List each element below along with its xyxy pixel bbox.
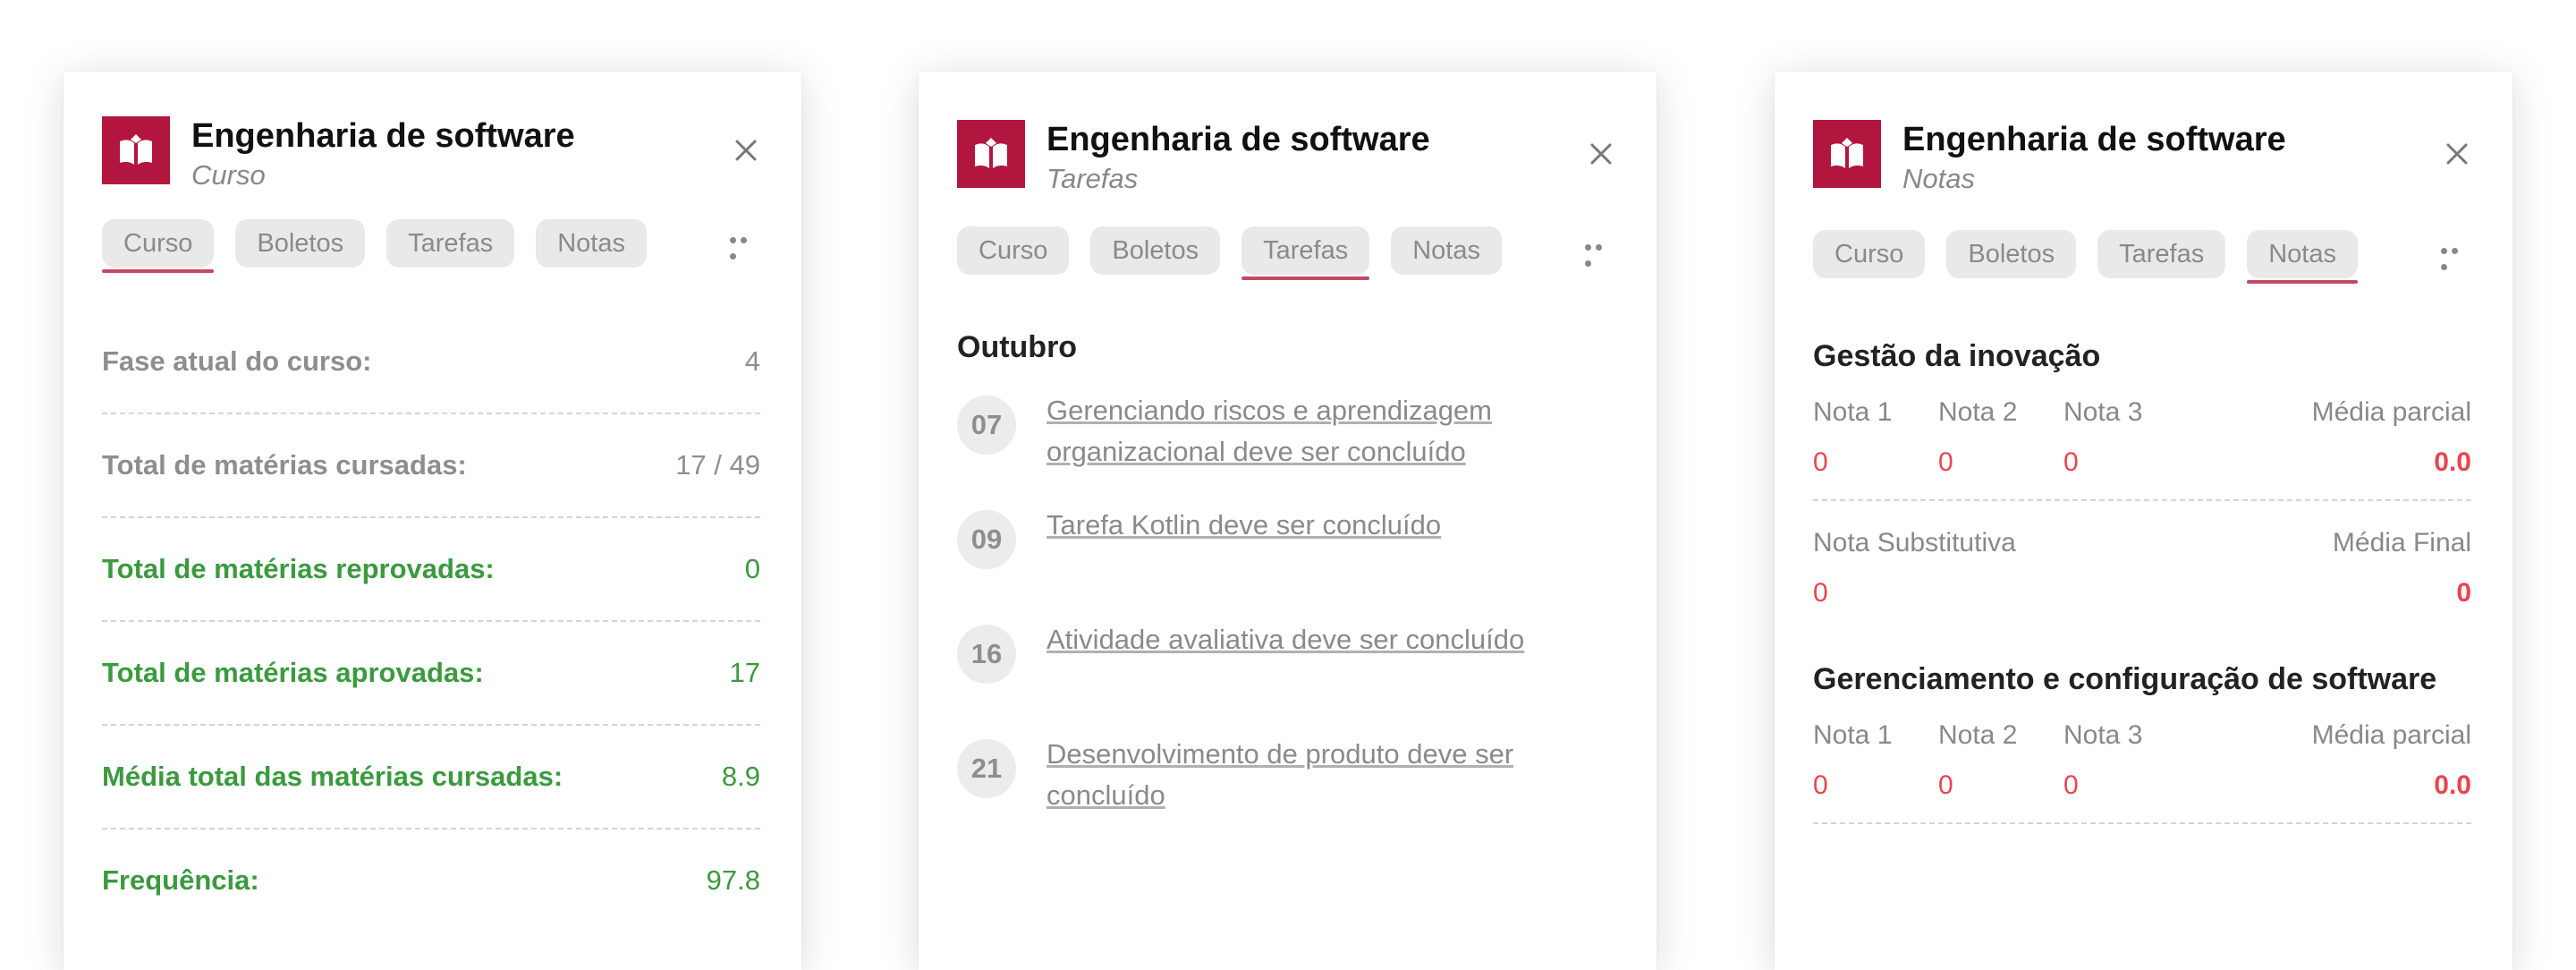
grade-value: 0.0 bbox=[2434, 447, 2471, 477]
card-title: Engenharia de software bbox=[191, 117, 575, 155]
info-value: 97.8 bbox=[706, 864, 760, 896]
grade-value: 0 bbox=[1813, 770, 1828, 800]
task-day-badge: 07 bbox=[957, 396, 1016, 455]
tab-notas[interactable]: Notas bbox=[2247, 230, 2358, 284]
open-book-logo-icon bbox=[1813, 120, 1881, 188]
subject-title: Gerenciamento e configuração de software bbox=[1813, 662, 2437, 696]
grade-label: Nota 1 bbox=[1813, 397, 1893, 427]
tab-curso[interactable]: Curso bbox=[1813, 230, 1926, 278]
tab-notas[interactable]: Notas bbox=[536, 219, 647, 268]
task-link[interactable]: Gerenciando riscos e aprendizagem organi… bbox=[1046, 390, 1615, 472]
info-value: 8.9 bbox=[721, 761, 760, 792]
info-label: Frequência: bbox=[102, 864, 259, 896]
grade-label: Nota 3 bbox=[2063, 397, 2143, 427]
final-labels-row: Nota Substitutiva Média Final bbox=[1813, 528, 2471, 558]
info-label: Total de matérias reprovadas: bbox=[102, 553, 495, 584]
info-label: Total de matérias cursadas: bbox=[102, 449, 467, 481]
tab-bar: Curso Boletos Tarefas Notas bbox=[102, 219, 760, 275]
card-header: Engenharia de software Curso bbox=[102, 116, 760, 219]
grade-value: 0 bbox=[1938, 770, 1953, 800]
close-icon[interactable] bbox=[1587, 140, 1615, 168]
tab-bar: Curso Boletos Tarefas Notas bbox=[1813, 230, 2471, 285]
tab-boletos[interactable]: Boletos bbox=[1946, 230, 2077, 278]
task-link[interactable]: Desenvolvimento de produto deve ser conc… bbox=[1046, 734, 1615, 816]
task-link[interactable]: Tarefa Kotlin deve ser concluído bbox=[1046, 505, 1615, 546]
month-heading: Outubro bbox=[957, 330, 1078, 364]
tasks-card: Engenharia de software Tarefas Curso Bol… bbox=[919, 72, 1657, 970]
task-day-badge: 16 bbox=[957, 625, 1016, 684]
grade-label: Média parcial bbox=[2311, 720, 2471, 750]
card-header: Engenharia de software Notas bbox=[1813, 120, 2471, 223]
info-value: 17 bbox=[729, 657, 760, 688]
grade-label: Média parcial bbox=[2311, 397, 2471, 427]
info-row: Total de matérias reprovadas: 0 bbox=[102, 518, 760, 622]
card-title: Engenharia de software bbox=[1046, 121, 1430, 158]
grade-label: Nota Substitutiva bbox=[1813, 528, 2016, 557]
task-day-badge: 21 bbox=[957, 739, 1016, 798]
info-value: 0 bbox=[744, 553, 760, 584]
grade-value: 0.0 bbox=[2434, 770, 2471, 800]
more-horizontal-icon[interactable] bbox=[2441, 242, 2471, 270]
info-row: Total de matérias aprovadas: 17 bbox=[102, 622, 760, 726]
divider bbox=[1813, 822, 2471, 824]
task-item: 21 Desenvolvimento de produto deve ser c… bbox=[957, 734, 1615, 823]
card-subtitle: Tarefas bbox=[1046, 163, 1139, 194]
info-label: Fase atual do curso: bbox=[102, 345, 372, 377]
info-row: Média total das matérias cursadas: 8.9 bbox=[102, 726, 760, 830]
grade-value: 0 bbox=[2063, 770, 2079, 800]
task-item: 16 Atividade avaliativa deve ser concluí… bbox=[957, 619, 1615, 709]
tab-curso[interactable]: Curso bbox=[102, 219, 215, 273]
info-value: 4 bbox=[744, 345, 760, 377]
task-day-badge: 09 bbox=[957, 510, 1016, 569]
info-label: Média total das matérias cursadas: bbox=[102, 761, 564, 792]
grade-value: 0 bbox=[1813, 447, 1828, 477]
grade-values-row: 0 0 0 0.0 bbox=[1813, 447, 2471, 478]
subject-title: Gestão da inovação bbox=[1813, 339, 2101, 373]
close-icon[interactable] bbox=[2443, 140, 2471, 168]
card-header: Engenharia de software Tarefas bbox=[957, 120, 1615, 223]
more-horizontal-icon[interactable] bbox=[730, 232, 760, 260]
info-row: Fase atual do curso: 4 bbox=[102, 311, 760, 414]
grade-value: 0 bbox=[2456, 578, 2471, 608]
divider bbox=[1813, 499, 2471, 501]
grade-label: Nota 2 bbox=[1938, 397, 2018, 427]
tab-boletos[interactable]: Boletos bbox=[1090, 226, 1221, 275]
task-item: 07 Gerenciando riscos e aprendizagem org… bbox=[957, 390, 1615, 480]
grade-value: 0 bbox=[1938, 447, 1953, 477]
card-title: Engenharia de software bbox=[1902, 121, 2286, 158]
grade-value: 0 bbox=[1813, 578, 1828, 608]
course-info-list: Fase atual do curso: 4 Total de matérias… bbox=[102, 311, 760, 932]
final-values-row: 0 0 bbox=[1813, 578, 2471, 608]
grade-label: Nota 2 bbox=[1938, 720, 2018, 750]
tab-tarefas[interactable]: Tarefas bbox=[1241, 226, 1370, 280]
close-icon[interactable] bbox=[732, 136, 760, 165]
tab-curso[interactable]: Curso bbox=[957, 226, 1070, 275]
grade-value: 0 bbox=[2063, 447, 2079, 477]
grade-label: Nota 3 bbox=[2063, 720, 2143, 750]
info-row: Total de matérias cursadas: 17 / 49 bbox=[102, 414, 760, 518]
more-horizontal-icon[interactable] bbox=[1585, 239, 1615, 267]
course-card: Engenharia de software Curso Curso Bolet… bbox=[64, 72, 801, 970]
info-label: Total de matérias aprovadas: bbox=[102, 657, 484, 688]
grade-labels-row: Nota 1 Nota 2 Nota 3 Média parcial bbox=[1813, 397, 2471, 428]
grade-label: Média Final bbox=[2332, 528, 2471, 557]
task-link[interactable]: Atividade avaliativa deve ser concluído bbox=[1046, 619, 1615, 660]
grade-labels-row: Nota 1 Nota 2 Nota 3 Média parcial bbox=[1813, 720, 2471, 751]
card-subtitle: Curso bbox=[191, 159, 266, 191]
grade-values-row: 0 0 0 0.0 bbox=[1813, 770, 2471, 801]
open-book-logo-icon bbox=[957, 120, 1025, 188]
tab-notas[interactable]: Notas bbox=[1391, 226, 1502, 275]
info-row: Frequência: 97.8 bbox=[102, 830, 760, 932]
grades-card: Engenharia de software Notas Curso Bolet… bbox=[1775, 72, 2512, 970]
info-value: 17 / 49 bbox=[675, 449, 760, 481]
grade-label: Nota 1 bbox=[1813, 720, 1893, 750]
open-book-logo-icon bbox=[102, 116, 170, 184]
tab-bar: Curso Boletos Tarefas Notas bbox=[957, 226, 1615, 282]
card-subtitle: Notas bbox=[1902, 163, 1975, 194]
tab-tarefas[interactable]: Tarefas bbox=[2097, 230, 2226, 278]
tab-tarefas[interactable]: Tarefas bbox=[386, 219, 515, 268]
task-item: 09 Tarefa Kotlin deve ser concluído bbox=[957, 505, 1615, 594]
tab-boletos[interactable]: Boletos bbox=[235, 219, 366, 268]
